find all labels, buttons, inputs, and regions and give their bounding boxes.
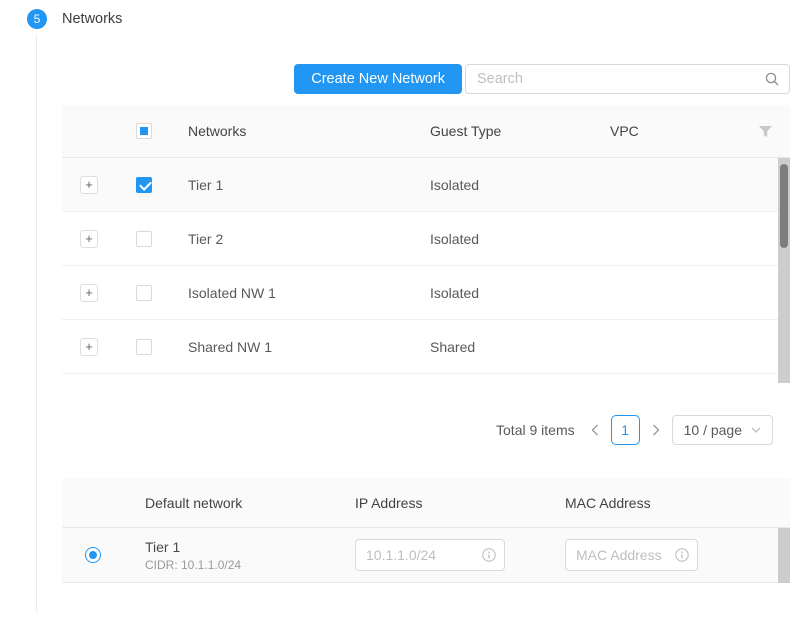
default-network-table: Default network IP Address MAC Address T… <box>62 478 790 583</box>
network-name: Shared NW 1 <box>182 339 424 355</box>
pagination-prev-button[interactable] <box>587 415 603 445</box>
default-network-radio[interactable] <box>85 547 101 563</box>
column-header-default-network: Default network <box>145 495 355 511</box>
pagination: Total 9 items 1 10 / page <box>62 414 790 446</box>
default-network-name: Tier 1 <box>145 539 355 555</box>
table-row[interactable]: + Tier 2 Isolated <box>62 212 790 266</box>
column-header-networks: Networks <box>182 123 424 139</box>
networks-table-header: Networks Guest Type VPC <box>62 105 790 158</box>
expand-row-button[interactable]: + <box>80 230 98 248</box>
networks-table-body: + Tier 1 Isolated + <box>62 158 790 383</box>
select-all-checkbox[interactable] <box>136 123 152 139</box>
chevron-down-icon <box>751 427 761 433</box>
column-header-ip-address: IP Address <box>355 495 565 511</box>
page-size-value: 10 / page <box>684 422 742 438</box>
toolbar: Create New Network <box>62 64 790 94</box>
step-header: 5 Networks <box>27 9 122 29</box>
table-row[interactable]: + Isolated NW 1 Isolated <box>62 266 790 320</box>
row-checkbox[interactable] <box>136 339 152 355</box>
networks-table: Networks Guest Type VPC + Tier 1 Isolate… <box>62 105 790 383</box>
default-network-cidr: CIDR: 10.1.1.0/24 <box>145 558 355 572</box>
row-checkbox[interactable] <box>136 231 152 247</box>
column-header-mac-address: MAC Address <box>565 495 790 511</box>
guest-type: Isolated <box>424 231 604 247</box>
row-checkbox[interactable] <box>136 285 152 301</box>
network-name: Isolated NW 1 <box>182 285 424 301</box>
guest-type: Shared <box>424 339 604 355</box>
guest-type: Isolated <box>424 177 604 193</box>
pagination-total: Total 9 items <box>496 422 575 438</box>
step-number-badge: 5 <box>27 9 47 29</box>
scrollbar-thumb[interactable] <box>780 164 788 248</box>
select-all-cell <box>126 123 182 139</box>
pagination-next-button[interactable] <box>648 415 664 445</box>
network-name: Tier 1 <box>182 177 424 193</box>
guest-type: Isolated <box>424 285 604 301</box>
pagination-page-1[interactable]: 1 <box>611 415 640 445</box>
mac-address-field <box>565 539 698 571</box>
table-row[interactable]: + Shared NW 1 Shared <box>62 320 790 374</box>
row-checkbox[interactable] <box>136 177 152 193</box>
expand-row-button[interactable]: + <box>80 338 98 356</box>
search-box <box>465 64 790 94</box>
column-header-guest-type: Guest Type <box>424 123 604 139</box>
create-network-button[interactable]: Create New Network <box>294 64 462 94</box>
expand-row-button[interactable]: + <box>80 284 98 302</box>
filter-icon[interactable] <box>754 125 790 138</box>
table-row[interactable]: + Tier 1 Isolated <box>62 158 790 212</box>
network-name: Tier 2 <box>182 231 424 247</box>
networks-step-page: 5 Networks Create New Network Networks G… <box>0 0 805 628</box>
search-icon <box>765 72 779 86</box>
info-icon <box>482 548 496 562</box>
step-connector-line <box>36 34 37 612</box>
info-icon <box>675 548 689 562</box>
default-network-row[interactable]: Tier 1 CIDR: 10.1.1.0/24 <box>62 528 790 583</box>
column-header-vpc: VPC <box>604 123 754 139</box>
scrollbar-track[interactable] <box>778 158 790 383</box>
default-network-table-header: Default network IP Address MAC Address <box>62 478 790 528</box>
page-size-select[interactable]: 10 / page <box>672 415 773 445</box>
search-input[interactable] <box>465 64 790 94</box>
step-content: Create New Network Networks Guest Type V… <box>62 64 790 583</box>
scrollbar-track[interactable] <box>778 528 790 583</box>
step-title: Networks <box>62 11 122 27</box>
expand-row-button[interactable]: + <box>80 176 98 194</box>
ip-address-field <box>355 539 505 571</box>
